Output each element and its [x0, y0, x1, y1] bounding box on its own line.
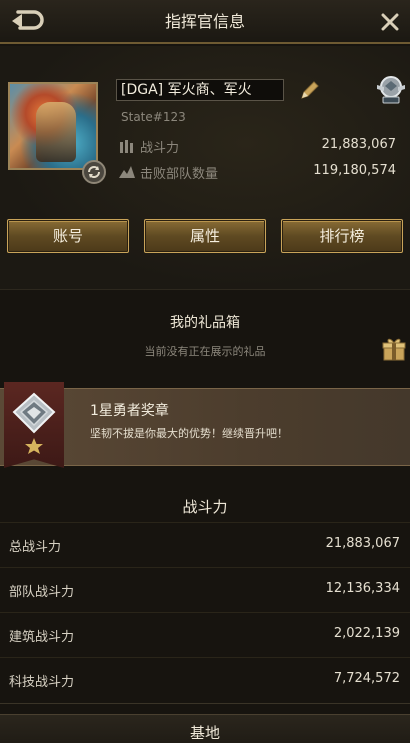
- divider: [0, 703, 410, 704]
- avatar-figure: [36, 102, 76, 162]
- back-button[interactable]: [6, 6, 46, 36]
- row-label: 总战斗力: [9, 540, 62, 555]
- row-value: 2,022,139: [333, 626, 400, 641]
- commander-name: [DGA] 军火商、军火: [116, 79, 284, 101]
- change-avatar-button[interactable]: [82, 160, 106, 184]
- rank-badge-icon[interactable]: [374, 72, 408, 106]
- state-label: State#123: [121, 110, 186, 124]
- power-section-title: 战斗力: [182, 498, 228, 516]
- gift-box-title: 我的礼品箱: [170, 315, 240, 331]
- kills-label: 击败部队数量: [140, 167, 219, 182]
- kills-icon: [119, 166, 135, 178]
- back-arrow-icon: [12, 10, 44, 30]
- medal-icon: [10, 392, 58, 458]
- avatar[interactable]: [8, 82, 98, 170]
- gift-box-subtitle: 当前没有正在展示的礼品: [144, 345, 266, 358]
- row-label: 部队战斗力: [9, 585, 75, 600]
- power-row-buildings: 建筑战斗力 2,022,139: [0, 612, 410, 657]
- power-label: 战斗力: [140, 141, 180, 156]
- power-row-total: 总战斗力 21,883,067: [0, 522, 410, 567]
- row-label: 建筑战斗力: [9, 630, 75, 645]
- row-value: 7,724,572: [333, 671, 400, 686]
- close-button[interactable]: [376, 8, 404, 36]
- medal-title: 1星勇者奖章: [90, 403, 169, 419]
- kills-stat-row: 击败部队数量 119,180,574: [118, 162, 402, 182]
- base-section-title: 基地: [189, 724, 220, 742]
- attributes-button[interactable]: 属性: [144, 219, 266, 253]
- power-row-troops: 部队战斗力 12,136,334: [0, 567, 410, 612]
- pencil-icon: [301, 81, 319, 99]
- account-button[interactable]: 账号: [7, 219, 129, 253]
- header-bar: [0, 0, 410, 44]
- power-value: 21,883,067: [321, 137, 396, 152]
- refresh-icon: [88, 166, 100, 178]
- power-bars-icon: [120, 140, 133, 153]
- close-icon: [381, 13, 399, 31]
- row-label: 科技战斗力: [9, 675, 75, 690]
- power-stat-row: 战斗力 21,883,067: [118, 136, 402, 156]
- leaderboard-button[interactable]: 排行榜: [281, 219, 403, 253]
- row-value: 12,136,334: [325, 581, 400, 596]
- kills-value: 119,180,574: [313, 163, 396, 178]
- edit-name-button[interactable]: [298, 78, 322, 102]
- medal-description: 坚韧不拔是你最大的优势！继续晋升吧！: [90, 427, 288, 440]
- gift-icon[interactable]: [382, 336, 406, 362]
- power-row-tech: 科技战斗力 7,724,572: [0, 657, 410, 702]
- row-value: 21,883,067: [325, 536, 400, 551]
